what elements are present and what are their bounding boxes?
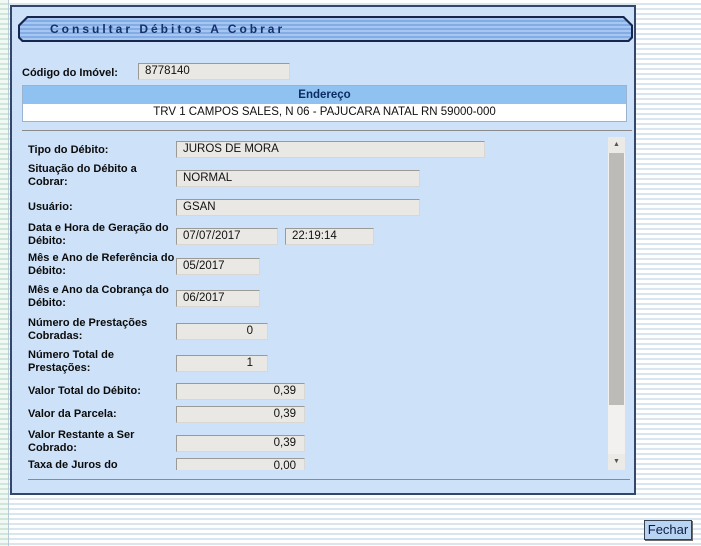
scroll-up-button[interactable]: ▲: [608, 137, 625, 153]
field-label: Valor Restante a Ser Cobrado:: [28, 429, 178, 455]
field-label: Valor Total do Débito:: [28, 385, 178, 398]
installment-value-field: 0,39: [176, 406, 305, 423]
installments-charged-field: 0: [176, 323, 268, 340]
remaining-value-field: 0,39: [176, 435, 305, 452]
field-label: Situação do Débito a Cobrar:: [28, 163, 178, 189]
page-left-edge-stripes: [0, 0, 9, 546]
field-label: Data e Hora de Geração do Débito:: [28, 222, 178, 248]
installments-total-field: 1: [176, 355, 268, 372]
total-value-field: 0,39: [176, 383, 305, 400]
close-button[interactable]: Fechar: [644, 520, 692, 540]
scrollbar-thumb[interactable]: [609, 153, 624, 405]
consult-debits-dialog: Consultar Débitos A Cobrar Código do Imó…: [10, 5, 636, 495]
debit-situation-field: NORMAL: [176, 170, 420, 187]
page-background: Consultar Débitos A Cobrar Código do Imó…: [0, 0, 701, 546]
vertical-scrollbar[interactable]: ▲ ▼: [608, 137, 625, 470]
billing-month-field: 06/2017: [176, 290, 260, 307]
address-table-row: TRV 1 CAMPOS SALES, N 06 - PAJUCARA NATA…: [23, 104, 626, 121]
debit-details-scroll-area[interactable]: Tipo do Débito: JUROS DE MORA Situação d…: [22, 137, 608, 470]
dialog-title-bar: Consultar Débitos A Cobrar: [18, 16, 633, 42]
property-code-label: Código do Imóvel:: [22, 65, 152, 81]
reference-month-field: 05/2017: [176, 258, 260, 275]
field-label: Mês e Ano da Cobrança do Débito:: [28, 284, 178, 310]
field-label: Valor da Parcela:: [28, 408, 178, 421]
address-table: Endereço TRV 1 CAMPOS SALES, N 06 - PAJU…: [22, 85, 627, 122]
scroll-down-icon: ▼: [613, 458, 620, 465]
separator-bottom: [28, 479, 630, 480]
field-label: Mês e Ano de Referência do Débito:: [28, 252, 178, 278]
dialog-title: Consultar Débitos A Cobrar: [20, 18, 631, 40]
scroll-down-button[interactable]: ▼: [608, 454, 625, 470]
property-code-field: 8778140: [138, 63, 290, 80]
generation-time-field: 22:19:14: [285, 228, 374, 245]
address-table-header: Endereço: [23, 86, 626, 104]
field-label: Tipo do Débito:: [28, 144, 178, 157]
scroll-up-icon: ▲: [613, 141, 620, 148]
interest-rate-field: 0,00: [176, 458, 305, 470]
field-label: Número de Prestações Cobradas:: [28, 317, 178, 343]
debit-type-field: JUROS DE MORA: [176, 141, 485, 158]
field-label: Número Total de Prestações:: [28, 349, 178, 375]
user-field: GSAN: [176, 199, 420, 216]
field-label: Usuário:: [28, 201, 178, 214]
field-label: Taxa de Juros do Débito:: [28, 459, 128, 470]
separator-top: [22, 130, 632, 131]
generation-date-field: 07/07/2017: [176, 228, 278, 245]
